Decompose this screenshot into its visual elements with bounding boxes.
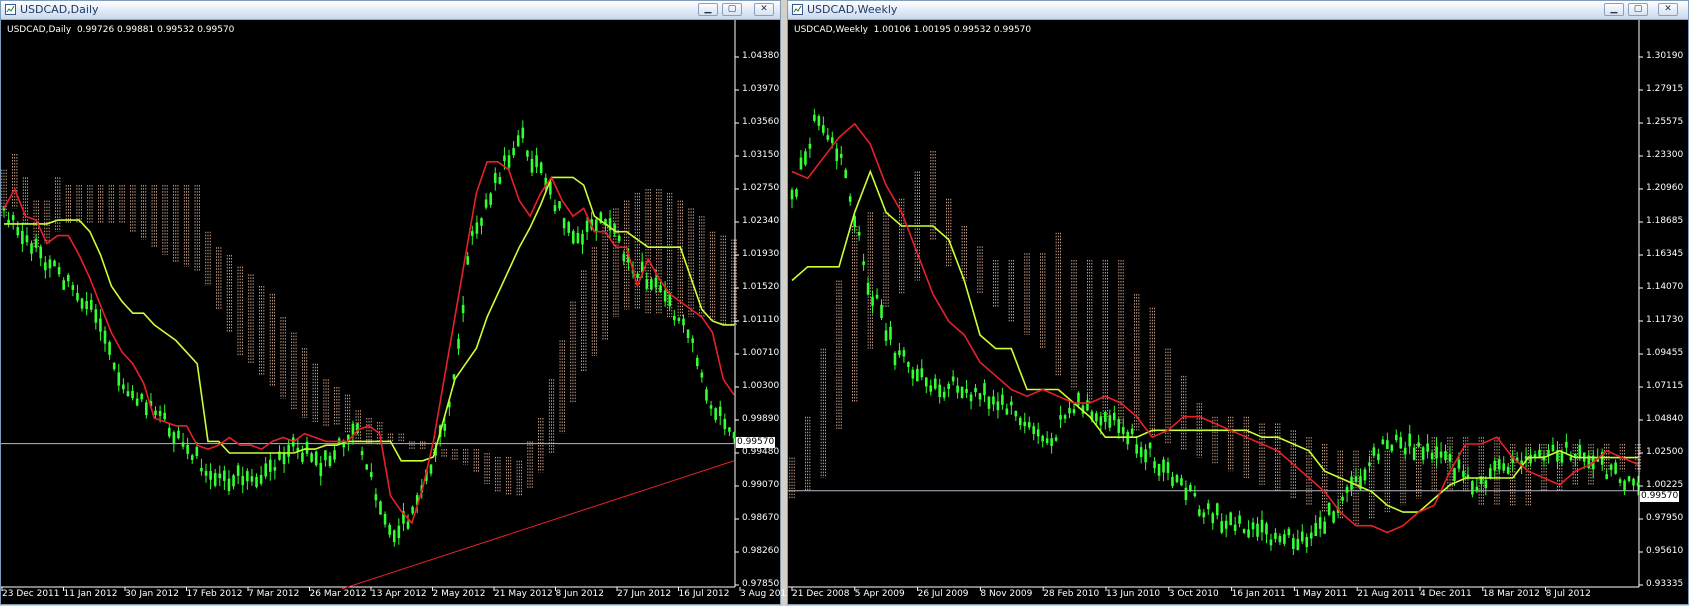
- time-tick-label: 1 May 2011: [1294, 589, 1348, 599]
- time-tick-label: 28 Feb 2010: [1043, 589, 1100, 599]
- price-tick-label: 1.00710: [742, 348, 780, 358]
- time-tick-label: 21 Dec 2008: [792, 589, 850, 599]
- daily-symbol-ohlc: USDCAD,Daily 0.99726 0.99881 0.99532 0.9…: [7, 25, 235, 35]
- price-tick-label: 1.02500: [1646, 447, 1684, 457]
- time-tick-label: 3 Oct 2010: [1168, 589, 1219, 599]
- price-tick-label: 1.03150: [742, 150, 780, 160]
- time-tick-label: 21 Aug 2011: [1357, 589, 1415, 599]
- daily-current-price-label: 0.99570: [736, 437, 776, 448]
- price-tick-label: 1.07115: [1646, 381, 1684, 391]
- price-tick-label: 1.02340: [742, 216, 780, 226]
- time-tick-label: 8 Jun 2012: [555, 589, 604, 599]
- price-tick-label: 0.99890: [742, 414, 780, 424]
- daily-price-chart: [1, 20, 741, 591]
- price-tick-label: 1.03560: [742, 117, 780, 127]
- price-tick-label: 1.02750: [742, 183, 780, 193]
- price-tick-label: 1.01520: [742, 282, 780, 292]
- weekly-chart-area[interactable]: USDCAD,Weekly 1.00106 1.00195 0.99532 0.…: [788, 20, 1688, 604]
- weekly-window-title: USDCAD,Weekly: [807, 3, 898, 16]
- daily-chart-window[interactable]: USDCAD,Daily ▁ ▢ ✕ USDCAD,Daily 0.99726 …: [0, 0, 792, 605]
- weekly-symbol-ohlc: USDCAD,Weekly 1.00106 1.00195 0.99532 0.…: [794, 25, 1032, 35]
- weekly-price-chart: [788, 20, 1643, 591]
- time-tick-label: 7 Mar 2012: [248, 589, 300, 599]
- minimize-button[interactable]: ▁: [1604, 3, 1624, 16]
- time-tick-label: 13 Jun 2010: [1106, 589, 1161, 599]
- time-tick-label: 16 Jan 2011: [1231, 589, 1286, 599]
- price-tick-label: 1.14070: [1646, 282, 1684, 292]
- weekly-chart-window[interactable]: USDCAD,Weekly ▁ ▢ ✕ USDCAD,Weekly 1.0010…: [787, 0, 1689, 605]
- price-tick-label: 1.01110: [742, 315, 780, 325]
- price-candles: [790, 108, 1640, 556]
- time-tick-label: 23 Dec 2011: [2, 589, 60, 599]
- weekly-title-bar[interactable]: USDCAD,Weekly ▁ ▢ ✕: [788, 1, 1688, 20]
- daily-title-bar[interactable]: USDCAD,Daily ▁ ▢ ✕: [1, 1, 780, 20]
- price-tick-label: 0.93335: [1646, 579, 1684, 589]
- time-tick-label: 18 Mar 2012: [1482, 589, 1540, 599]
- time-tick-label: 27 Jun 2012: [617, 589, 672, 599]
- price-tick-label: 1.00300: [742, 381, 780, 391]
- support-trendline: [341, 460, 735, 590]
- price-tick-label: 1.30190: [1646, 51, 1684, 61]
- close-button[interactable]: ✕: [1658, 3, 1678, 16]
- time-tick-label: 26 Jul 2009: [917, 589, 969, 599]
- price-tick-label: 1.20960: [1646, 183, 1684, 193]
- price-tick-label: 0.99070: [742, 480, 780, 490]
- price-tick-label: 1.11730: [1646, 315, 1684, 325]
- price-tick-label: 1.27915: [1646, 84, 1684, 94]
- time-tick-label: 11 Jan 2012: [63, 589, 118, 599]
- price-tick-label: 0.97950: [1646, 513, 1684, 523]
- time-tick-label: 16 Jul 2012: [678, 589, 730, 599]
- price-tick-label: 1.23300: [1646, 150, 1684, 160]
- time-tick-label: 26 Mar 2012: [309, 589, 367, 599]
- price-tick-label: 0.98670: [742, 513, 780, 523]
- time-tick-label: 21 May 2012: [494, 589, 553, 599]
- time-tick-label: 2 May 2012: [432, 589, 486, 599]
- minimize-button[interactable]: ▁: [698, 3, 718, 16]
- price-tick-label: 1.00225: [1646, 480, 1684, 490]
- price-tick-label: 0.98260: [742, 546, 780, 556]
- tenkan-sen-line: [791, 122, 1639, 534]
- time-tick-label: 17 Feb 2012: [186, 589, 243, 599]
- maximize-button[interactable]: ▢: [722, 3, 742, 16]
- daily-chart-area[interactable]: USDCAD,Daily 0.99726 0.99881 0.99532 0.9…: [1, 20, 792, 604]
- time-tick-label: 8 Nov 2009: [980, 589, 1033, 599]
- price-tick-label: 1.25575: [1646, 117, 1684, 127]
- time-tick-label: 8 Jul 2012: [1545, 589, 1591, 599]
- price-tick-label: 1.09455: [1646, 348, 1684, 358]
- chart-window-icon: [792, 4, 803, 15]
- price-tick-label: 0.97850: [742, 579, 780, 589]
- chart-window-icon: [5, 4, 16, 15]
- time-tick-label: 4 Dec 2011: [1420, 589, 1472, 599]
- price-tick-label: 1.16345: [1646, 249, 1684, 259]
- time-tick-label: 30 Jan 2012: [125, 589, 179, 599]
- price-tick-label: 1.04380: [742, 51, 780, 61]
- price-tick-label: 1.04840: [1646, 414, 1684, 424]
- time-tick-label: 3 Aug 2012: [740, 589, 792, 599]
- kijun-sen-line: [791, 169, 1638, 513]
- price-tick-label: 1.01930: [742, 249, 780, 259]
- maximize-button[interactable]: ▢: [1628, 3, 1648, 16]
- ichimoku-cloud: [1, 154, 737, 496]
- weekly-current-price-label: 0.99570: [1640, 491, 1680, 502]
- close-button[interactable]: ✕: [754, 3, 774, 16]
- price-tick-label: 0.95610: [1646, 546, 1684, 556]
- price-tick-label: 1.18685: [1646, 216, 1684, 226]
- price-tick-label: 1.03970: [742, 84, 780, 94]
- time-tick-label: 5 Apr 2009: [854, 589, 905, 599]
- price-tick-label: 0.99480: [742, 447, 780, 457]
- time-tick-label: 13 Apr 2012: [371, 589, 427, 599]
- daily-window-title: USDCAD,Daily: [20, 3, 99, 16]
